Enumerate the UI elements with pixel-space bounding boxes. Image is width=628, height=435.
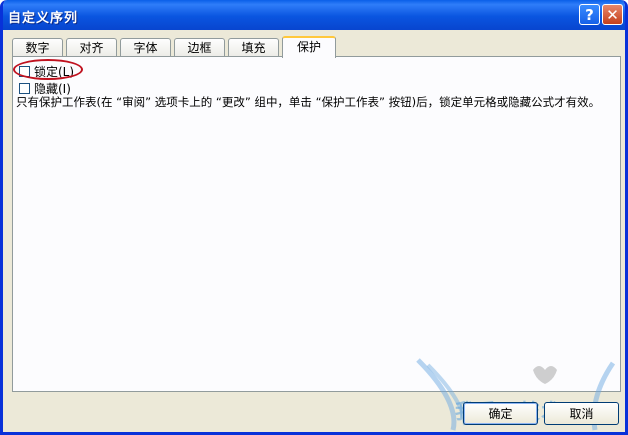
- cancel-button[interactable]: 取消: [544, 402, 619, 425]
- protection-description: 只有保护工作表(在 “审阅” 选项卡上的 “更改” 组中，单击 “保护工作表” …: [16, 95, 601, 109]
- tab-protection[interactable]: 保护: [282, 36, 336, 58]
- hidden-checkbox[interactable]: [19, 82, 30, 94]
- tab-border[interactable]: 边框: [174, 38, 225, 57]
- locked-label: 锁定(L): [34, 64, 75, 79]
- locked-option[interactable]: 锁定(L): [19, 64, 75, 79]
- close-icon: ✕: [606, 5, 619, 24]
- window-title: 自定义序列: [8, 11, 79, 26]
- tab-number[interactable]: 数字: [12, 38, 63, 57]
- locked-checkbox[interactable]: [19, 65, 30, 77]
- help-button[interactable]: ?: [579, 4, 600, 25]
- dialog-window: 自定义序列 ? ✕ 数字 对齐 字体 边框 填充 保护 锁定(L) 隐藏(I) …: [0, 0, 628, 435]
- tab-font[interactable]: 字体: [120, 38, 171, 57]
- tab-alignment[interactable]: 对齐: [66, 38, 117, 57]
- ok-button[interactable]: 确定: [463, 402, 538, 425]
- hidden-option[interactable]: 隐藏(I): [19, 81, 71, 96]
- help-icon: ?: [585, 5, 594, 24]
- close-button[interactable]: ✕: [602, 4, 623, 25]
- title-bar[interactable]: 自定义序列 ? ✕: [3, 0, 625, 30]
- protection-panel: 锁定(L) 隐藏(I) 只有保护工作表(在 “审阅” 选项卡上的 “更改” 组中…: [12, 56, 621, 392]
- tab-fill[interactable]: 填充: [228, 38, 279, 57]
- hidden-label: 隐藏(I): [34, 81, 71, 96]
